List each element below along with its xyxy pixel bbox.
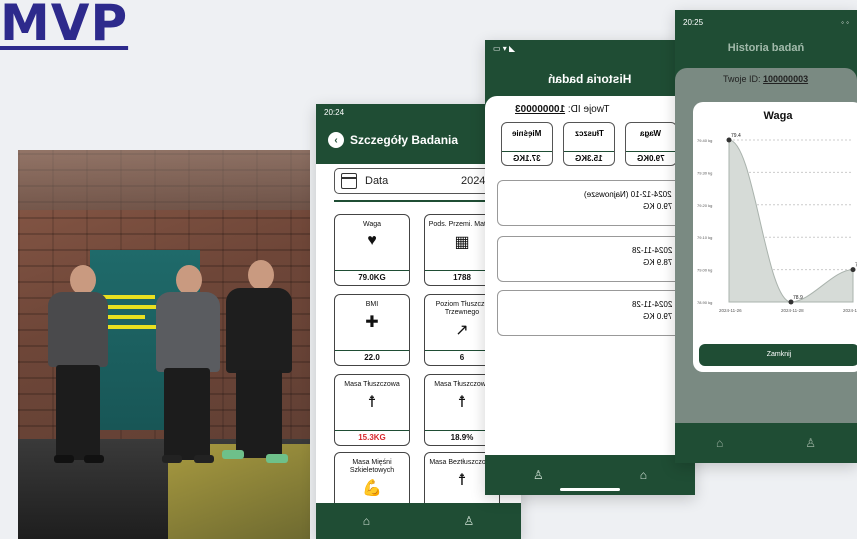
history-value: 78.9 KG [642, 258, 672, 267]
history-row[interactable]: 2024-11-28 78.9 KG [497, 236, 683, 282]
y-tick-label: 79.30 kg [697, 170, 712, 175]
summary-value: 37.1KG [513, 154, 541, 163]
history-row[interactable]: 2024-11-28 79.0 KG [497, 290, 683, 336]
muscle-icon: 💪 [362, 480, 382, 497]
summary-card-fat[interactable]: Tłuszcz 15.3KG [563, 122, 615, 166]
history-row[interactable]: 2024-12-10 (Najnowsze) 79.0 KG [497, 180, 683, 226]
back-arrow-icon[interactable]: ‹ [328, 132, 344, 148]
close-button[interactable]: Zamknij [699, 344, 857, 366]
history-value: 79.0 KG [642, 312, 672, 321]
weight-chart-modal: Waga 79.40 kg 79.30 kg 79.20 kg 79.10 kg 79.… [693, 102, 857, 372]
summary-label: Mięśnie [512, 129, 542, 138]
history-date: 2024-11-28 [631, 300, 672, 309]
y-tick-label: 79.40 kg [697, 138, 712, 143]
data-label: 79.4 [731, 133, 741, 139]
bottom-nav: ♙ ⌂ [485, 455, 695, 495]
metric-value: 22.0 [335, 350, 409, 365]
metric-card-weight[interactable]: Waga ♥ 79.0KG [334, 214, 410, 286]
body-icon: ☨ [367, 394, 377, 411]
history-title: Historia badań [548, 72, 632, 86]
summary-value: 79.0KG [637, 154, 665, 163]
x-tick-label: 2024-11-28 [781, 308, 804, 313]
date-label: Data [365, 175, 389, 187]
series-area [728, 139, 854, 303]
status-time: 20:24 [324, 108, 345, 117]
bottom-nav: ⌂ ♙ [675, 423, 857, 463]
summary-card-weight[interactable]: Waga 79.0KG [625, 122, 677, 166]
puzzle-icon: ✚ [365, 314, 379, 331]
phone-chart-screen: 20:25 ◦ ◦ Historia badań Twoje ID: 100000… [675, 10, 857, 463]
data-label: 78.9 [793, 295, 803, 301]
metric-label: Masa Mięśni Szkieletowych [349, 459, 395, 474]
id-label: Twoje ID: [723, 74, 761, 84]
metric-label: Masa Tłuszczowa [344, 381, 400, 388]
history-value: 79.0 KG [642, 202, 672, 211]
history-date: 2024-11-28 [631, 246, 672, 255]
metric-label: BMI [365, 301, 379, 308]
y-tick-label: 79.00 kg [697, 268, 712, 273]
metric-value: 15.3KG [335, 430, 409, 445]
profile-icon[interactable]: ♙ [805, 436, 816, 450]
y-tick-label: 79.10 kg [697, 235, 712, 240]
home-icon[interactable]: ⌂ [363, 514, 370, 528]
home-icon[interactable]: ⌂ [716, 436, 723, 450]
calendar-icon [341, 173, 357, 189]
history-date: 2024-12-10 (Najnowsze) [584, 190, 672, 199]
summary-label: Waga [640, 129, 662, 138]
blurred-title: Historia badań [727, 42, 805, 54]
details-title: Szczegóły Badania [350, 133, 459, 147]
status-time: 20:25 [683, 18, 704, 27]
phone-history-screen: ▭ ▾ ◣00: Historia badań Twoje ID: 100000… [485, 40, 695, 495]
metric-card-bmi[interactable]: BMI ✚ 22.0 [334, 294, 410, 366]
heart-pulse-icon: ♥ [367, 232, 377, 249]
id-label: Twoje ID: [567, 104, 610, 115]
y-tick-label: 78.90 kg [697, 300, 712, 305]
profile-icon[interactable]: ♙ [533, 468, 544, 482]
summary-value: 15.3KG [575, 154, 603, 163]
metric-card-fat-mass[interactable]: Masa Tłuszczowa ☨ 15.3KG [334, 374, 410, 446]
id-value: 100000003 [515, 104, 566, 115]
profile-icon[interactable]: ♙ [463, 514, 474, 528]
home-icon[interactable]: ⌂ [640, 468, 647, 482]
x-tick-label: 2024-11-26 [719, 308, 742, 313]
y-tick-label: 79.20 kg [697, 203, 712, 208]
page-title: MVP [0, 0, 129, 52]
bottom-nav: ⌂ ♙ [316, 503, 521, 539]
metric-value: 79.0KG [335, 270, 409, 285]
weight-chart: 79.40 kg 79.30 kg 79.20 kg 79.10 kg 79.00 kg… [697, 133, 857, 313]
summary-label: Tłuszcz [574, 129, 604, 138]
id-value: 100000003 [763, 74, 809, 84]
team-photo [18, 150, 310, 539]
summary-card-muscle[interactable]: Mięśnie 37.1KG [501, 122, 553, 166]
metric-label: Waga [362, 221, 382, 228]
x-tick-label: 2024-12-10 [843, 308, 857, 313]
